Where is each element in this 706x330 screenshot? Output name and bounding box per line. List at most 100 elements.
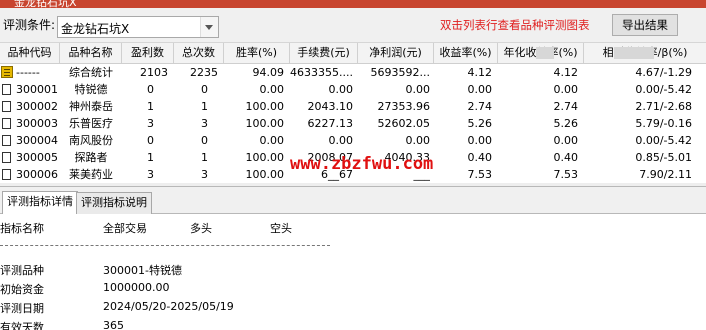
table-row[interactable]: 300003 乐普医疗 3 3 100.00 6227.13 52602.05 …	[0, 115, 706, 132]
cell-fee: 0.00	[328, 83, 354, 96]
cell-name: 莱美药业	[69, 168, 113, 181]
cell-fee: 0.00	[328, 134, 354, 147]
condition-label: 评测条件:	[3, 18, 56, 32]
cell-net-profit: 52602.05	[377, 117, 431, 130]
cell-total: 3	[201, 117, 208, 130]
cell-total: 0	[201, 83, 208, 96]
cell-relative-return: 0.00/-5.42	[635, 83, 692, 96]
cell-annual-return: 7.53	[553, 168, 579, 181]
cell-annual-return: 5.26	[553, 117, 579, 130]
cell-annual-return: 0.40	[553, 151, 579, 164]
document-icon	[2, 84, 11, 95]
table-row-summary[interactable]: ------ 综合统计 2103 2235 94.09 4633355.... …	[0, 64, 706, 81]
detail-header-short: 空头	[270, 222, 292, 235]
cell-relative-return: 2.71/-2.68	[635, 100, 692, 113]
cell-net-profit: 0.00	[405, 83, 431, 96]
results-table-header: 品种代码 品种名称 盈利数 总次数 胜率(%) 手续费(元) 净利润(元) 收益…	[0, 43, 706, 64]
column-header-fee[interactable]: 手续费(元)	[290, 43, 358, 63]
cell-total: 1	[201, 100, 208, 113]
cell-name: 神州泰岳	[69, 100, 113, 113]
column-header-code[interactable]: 品种代码	[0, 43, 60, 63]
cell-annual-return: 0.00	[553, 83, 579, 96]
cell-wins: 0	[147, 134, 154, 147]
cell-relative-return: 0.85/-5.01	[635, 151, 692, 164]
column-header-win-rate[interactable]: 胜率(%)	[224, 43, 290, 63]
document-icon	[2, 152, 11, 163]
column-header-total[interactable]: 总次数	[174, 43, 224, 63]
cell-code: 300003	[16, 117, 58, 130]
detail-value: 1000000.00	[103, 281, 170, 294]
cell-wins: 1	[147, 151, 154, 164]
cell-name: 特锐德	[74, 83, 108, 96]
cell-net-profit: 5693592...	[370, 66, 430, 79]
cell-fee: 4633355....	[290, 66, 353, 79]
column-header-wins[interactable]: 盈利数	[122, 43, 174, 63]
cell-name: 乐普医疗	[69, 117, 113, 130]
column-header-return[interactable]: 收益率(%)	[434, 43, 498, 63]
cell-return: 0.40	[467, 151, 493, 164]
cell-code: 300002	[16, 100, 58, 113]
cell-fee: 2043.10	[307, 100, 354, 113]
cell-relative-return: 5.79/-0.16	[635, 117, 692, 130]
cell-relative-return: 4.67/-1.29	[635, 66, 692, 79]
hint-text: 双击列表行查看品种评测图表	[440, 18, 590, 32]
table-row[interactable]: 300002 神州泰岳 1 1 100.00 2043.10 27353.96 …	[0, 98, 706, 115]
cell-total: 3	[201, 168, 208, 181]
condition-select-value: 金龙钻石坑X	[61, 22, 130, 36]
column-header-net-profit[interactable]: 净利润(元)	[358, 43, 434, 63]
table-row[interactable]: 300001 特锐德 0 0 0.00 0.00 0.00 0.00 0.00 …	[0, 81, 706, 98]
table-row[interactable]: 300004 南风股份 0 0 0.00 0.00 0.00 0.00 0.00…	[0, 132, 706, 149]
cell-code: ------	[16, 66, 40, 79]
detail-value: 2024/05/20-2025/05/19	[103, 300, 234, 313]
cell-relative-return: 7.90/2.11	[639, 168, 692, 181]
window-title: 金龙钻石坑X	[14, 0, 77, 8]
cell-name: 南风股份	[69, 134, 113, 147]
detail-header-long: 多头	[190, 222, 212, 235]
cell-code: 300005	[16, 151, 58, 164]
column-header-name[interactable]: 品种名称	[60, 43, 122, 63]
document-icon	[2, 101, 11, 112]
document-icon	[2, 118, 11, 129]
summary-icon	[1, 66, 13, 78]
cell-annual-return: 4.12	[553, 66, 579, 79]
cell-win-rate: 100.00	[245, 117, 285, 130]
export-button[interactable]: 导出结果	[612, 14, 678, 36]
cell-return: 5.26	[467, 117, 493, 130]
cell-name: 综合统计	[69, 66, 113, 79]
chevron-down-icon[interactable]	[200, 17, 218, 37]
cell-wins: 2103	[140, 66, 168, 79]
detail-label: 有效天数	[0, 321, 44, 330]
condition-select[interactable]: 金龙钻石坑X	[57, 16, 219, 38]
cell-total: 2235	[190, 66, 218, 79]
detail-header-all-trades: 全部交易	[103, 222, 147, 235]
cell-return: 0.00	[467, 134, 493, 147]
detail-label: 初始资金	[0, 283, 44, 296]
detail-panel: 指标名称 全部交易 多头 空头 评测品种 300001-特锐德 初始资金 100…	[0, 214, 706, 330]
tab-metric-details[interactable]: 评测指标详情	[2, 191, 78, 215]
cell-total: 1	[201, 151, 208, 164]
document-icon	[2, 169, 11, 180]
detail-label: 评测品种	[0, 264, 44, 277]
tab-metric-description[interactable]: 评测指标说明	[76, 192, 152, 214]
cell-win-rate: 100.00	[245, 168, 285, 181]
detail-label: 评测日期	[0, 302, 44, 315]
cell-net-profit: 0.00	[405, 134, 431, 147]
detail-value: 365	[103, 319, 124, 330]
redaction-blur	[536, 47, 554, 59]
cell-win-rate: 94.09	[252, 66, 285, 79]
cell-annual-return: 0.00	[553, 134, 579, 147]
cell-win-rate: 0.00	[259, 134, 285, 147]
toolbar: 评测条件: 金龙钻石坑X 双击列表行查看品种评测图表 导出结果	[0, 8, 706, 43]
cell-wins: 3	[147, 117, 154, 130]
cell-relative-return: 0.00/-5.42	[635, 134, 692, 147]
cell-code: 300004	[16, 134, 58, 147]
cell-win-rate: 0.00	[259, 83, 285, 96]
cell-return: 4.12	[467, 66, 493, 79]
cell-win-rate: 100.00	[245, 151, 285, 164]
cell-wins: 1	[147, 100, 154, 113]
redaction-blur	[614, 47, 654, 59]
cell-annual-return: 2.74	[553, 100, 579, 113]
cell-wins: 3	[147, 168, 154, 181]
divider	[0, 245, 330, 246]
document-icon	[2, 135, 11, 146]
